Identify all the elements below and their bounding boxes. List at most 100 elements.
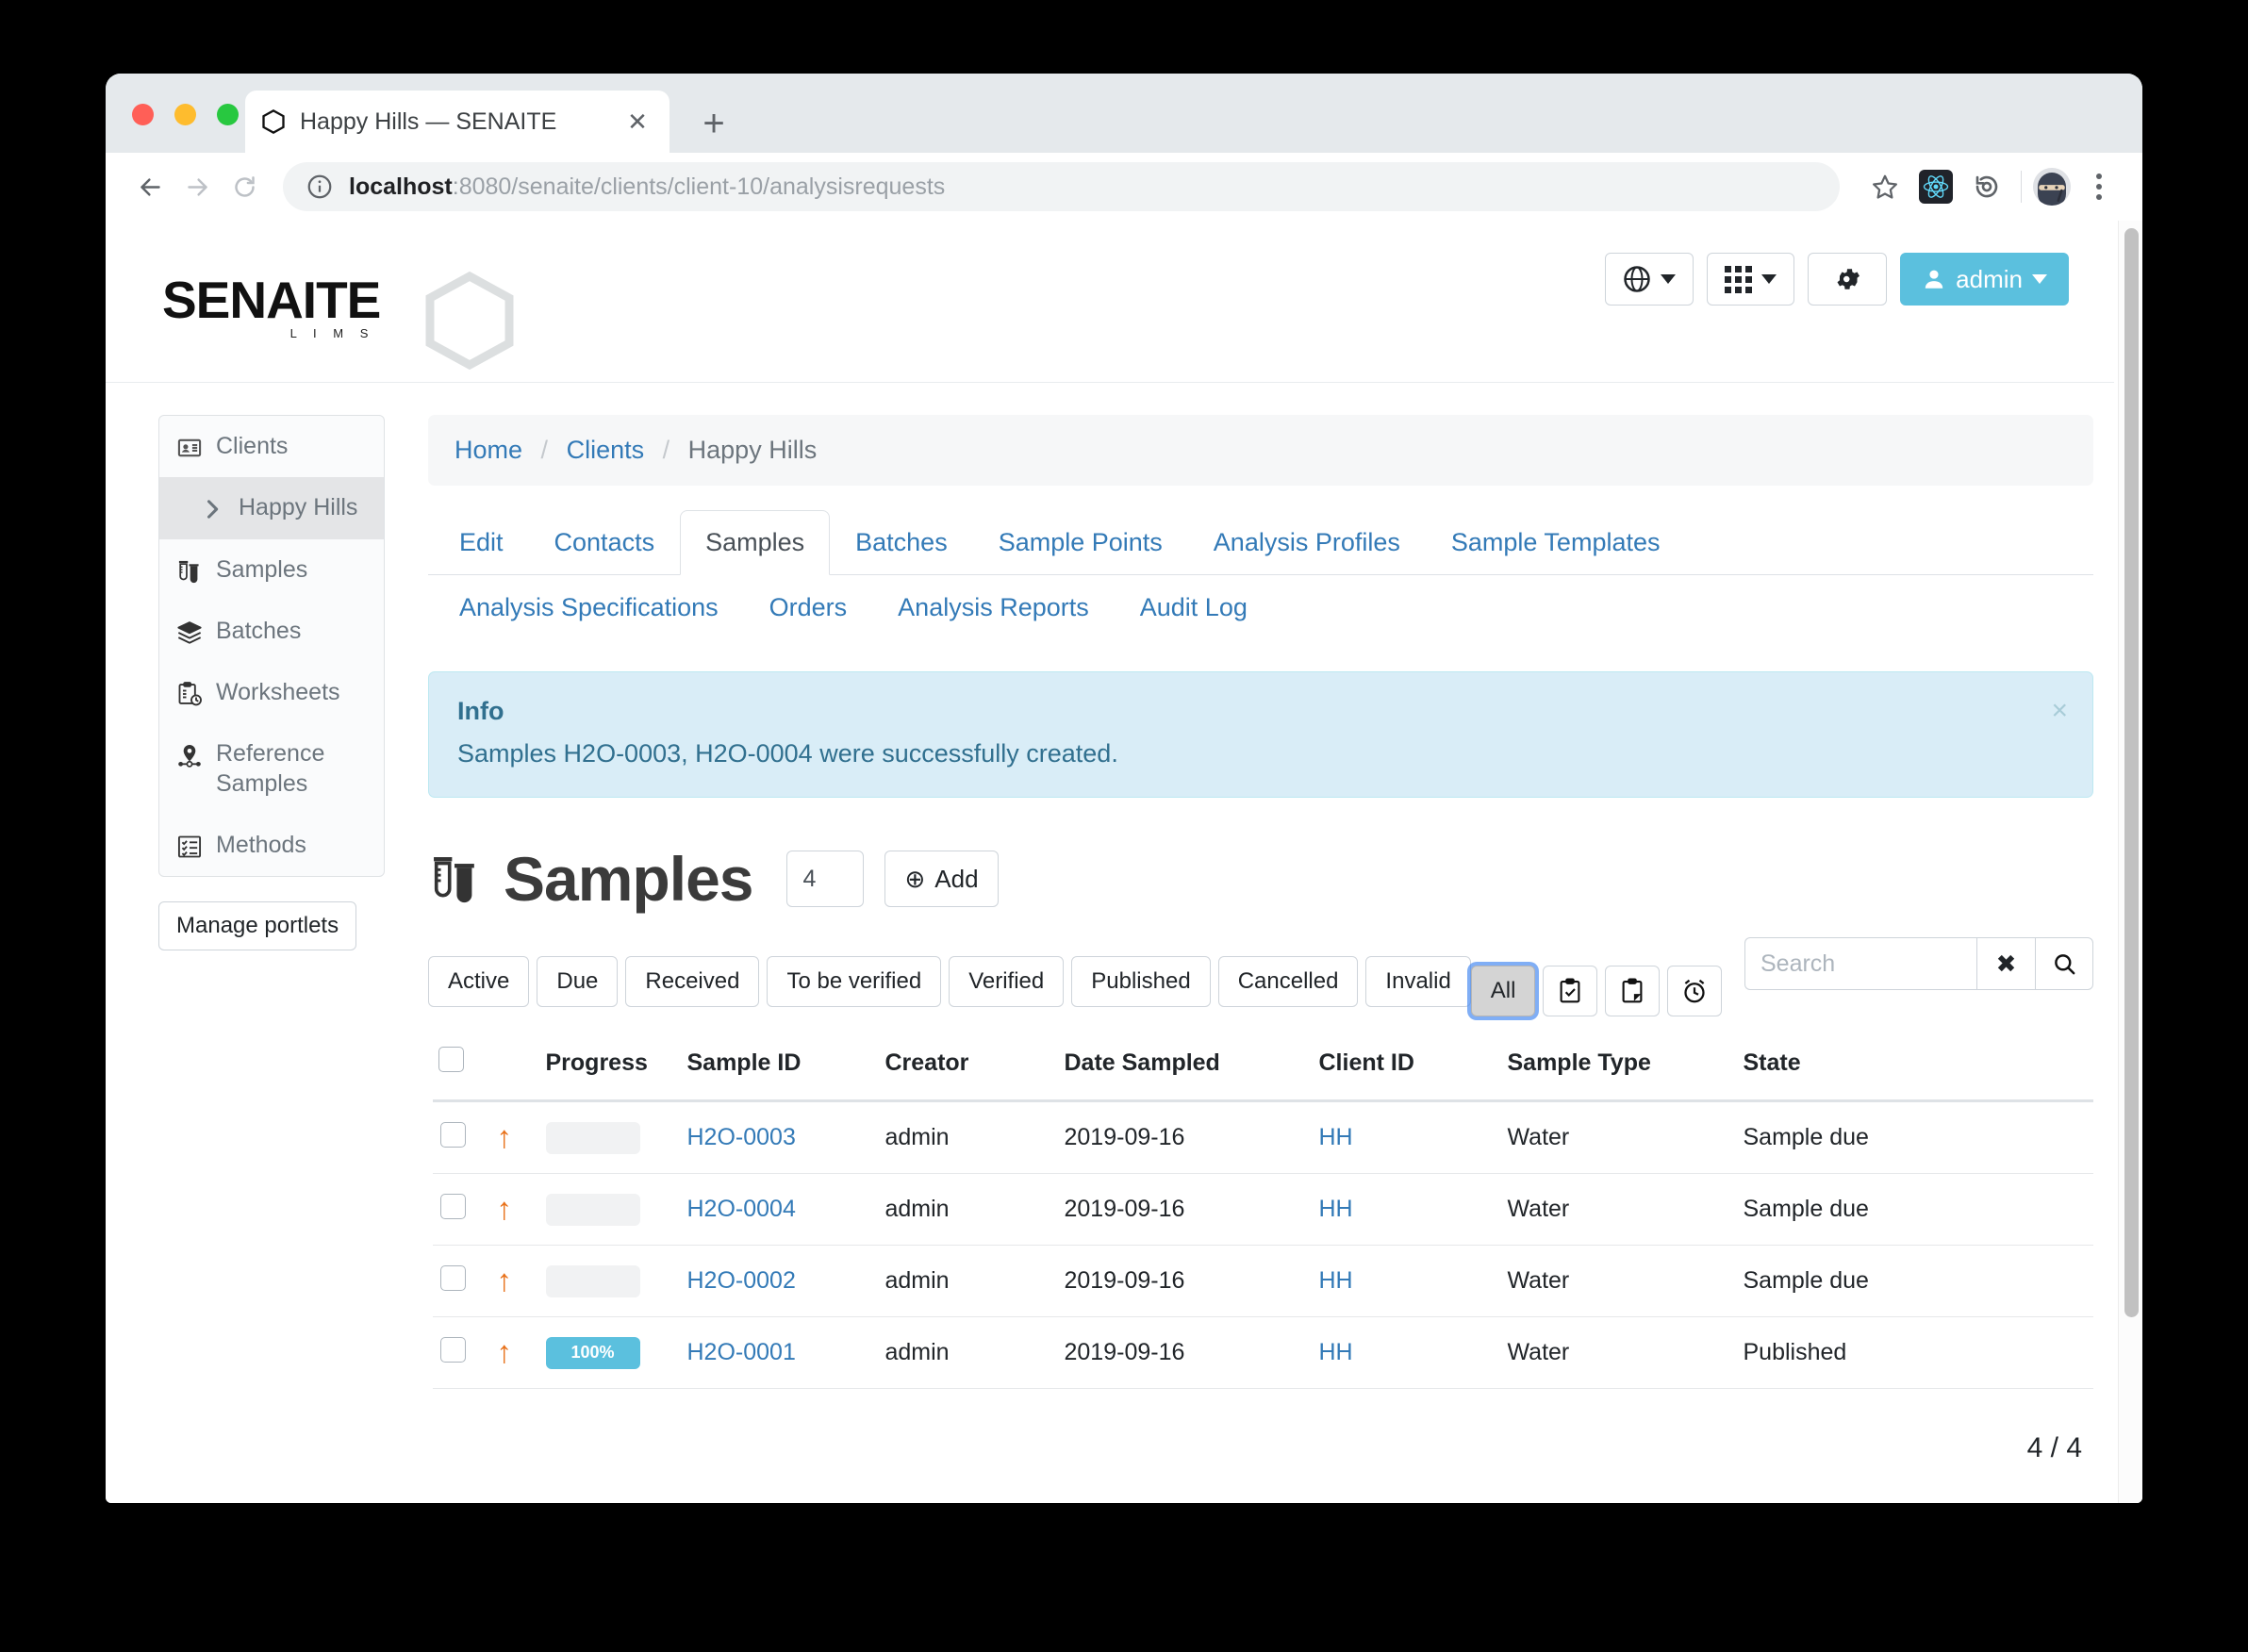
- close-tab-button[interactable]: ✕: [620, 105, 654, 139]
- browser-tab[interactable]: Happy Hills — SENAITE ✕: [245, 91, 669, 153]
- sample-id-link[interactable]: H2O-0001: [687, 1339, 796, 1365]
- star-icon[interactable]: [1862, 164, 1908, 209]
- sidebar-item-worksheets[interactable]: Worksheets: [159, 662, 384, 723]
- client-id-link[interactable]: HH: [1319, 1339, 1353, 1365]
- clear-search-button[interactable]: ✖: [1976, 937, 2035, 990]
- filter-clipboard-check-button[interactable]: [1543, 966, 1598, 1016]
- tab-edit[interactable]: Edit: [434, 510, 529, 575]
- filter-due[interactable]: Due: [537, 956, 619, 1007]
- sample-id-link[interactable]: H2O-0002: [687, 1267, 796, 1294]
- settings-button[interactable]: [1808, 253, 1888, 306]
- filter-alarm-clock-button[interactable]: [1667, 966, 1723, 1016]
- new-tab-button[interactable]: +: [692, 102, 736, 145]
- maximize-window-button[interactable]: [217, 104, 239, 125]
- minimize-window-button[interactable]: [174, 104, 196, 125]
- progress-header[interactable]: Progress: [537, 1041, 680, 1102]
- kebab-menu-icon[interactable]: [2076, 164, 2122, 209]
- site-info-icon[interactable]: [306, 173, 334, 201]
- sidebar-item-batches[interactable]: Batches: [159, 601, 384, 662]
- filter-published[interactable]: Published: [1071, 956, 1211, 1007]
- tab-sample-points[interactable]: Sample Points: [973, 510, 1188, 575]
- sample-id-header[interactable]: Sample ID: [679, 1041, 878, 1102]
- row-checkbox[interactable]: [440, 1121, 466, 1148]
- filter-received[interactable]: Received: [625, 956, 760, 1007]
- browser-window: Happy Hills — SENAITE ✕ + localhost:8080…: [106, 74, 2142, 1503]
- tab-sample-templates[interactable]: Sample Templates: [1426, 510, 1686, 575]
- sample-id-link[interactable]: H2O-0003: [687, 1124, 796, 1150]
- filter-to-be-verified[interactable]: To be verified: [767, 956, 942, 1007]
- sample-id-link[interactable]: H2O-0004: [687, 1196, 796, 1222]
- breadcrumb-home[interactable]: Home: [455, 436, 522, 464]
- apps-menu-button[interactable]: [1707, 253, 1795, 306]
- react-devtools-icon[interactable]: [1913, 164, 1959, 209]
- app-header: SENAITE L I M S admin: [106, 221, 2114, 383]
- row-state-cell: Published: [1735, 1316, 2093, 1389]
- filter-invalid[interactable]: Invalid: [1365, 956, 1471, 1007]
- client-id-link[interactable]: HH: [1319, 1196, 1353, 1222]
- client-id-link[interactable]: HH: [1319, 1124, 1353, 1150]
- tab-analysis-specifications[interactable]: Analysis Specifications: [434, 575, 744, 640]
- tab-orders[interactable]: Orders: [744, 575, 873, 640]
- client-id-link[interactable]: HH: [1319, 1267, 1353, 1294]
- sample-type-header[interactable]: Sample Type: [1499, 1041, 1736, 1102]
- scrollbar-thumb[interactable]: [2124, 228, 2139, 1317]
- client-id-header[interactable]: Client ID: [1311, 1041, 1500, 1102]
- test-tube-icon: [178, 560, 199, 583]
- row-checkbox[interactable]: [440, 1336, 466, 1363]
- breadcrumb-clients[interactable]: Clients: [567, 436, 645, 464]
- row-checkbox[interactable]: [440, 1264, 466, 1291]
- back-arrow-icon[interactable]: [126, 163, 174, 210]
- reload-icon[interactable]: [221, 163, 268, 210]
- table-row[interactable]: ↑ 100% H2O-0001 admin 2019-09-16 HH Wate…: [430, 1316, 2093, 1389]
- creator-header[interactable]: Creator: [877, 1041, 1057, 1102]
- sidebar-item-label: Batches: [216, 617, 302, 644]
- row-checkbox[interactable]: [440, 1193, 466, 1219]
- sidebar-item-label: Worksheets: [216, 679, 340, 705]
- address-bar[interactable]: localhost:8080/senaite/clients/client-10…: [283, 162, 1840, 211]
- tab-contacts[interactable]: Contacts: [529, 510, 681, 575]
- date-sampled-header[interactable]: Date Sampled: [1056, 1041, 1312, 1102]
- table-row[interactable]: ↑ H2O-0003 admin 2019-09-16 HH Water Sam…: [430, 1100, 2093, 1174]
- tab-audit-log[interactable]: Audit Log: [1115, 575, 1273, 640]
- browser-toolbar: localhost:8080/senaite/clients/client-10…: [106, 153, 2142, 221]
- filter-active[interactable]: Active: [428, 956, 530, 1007]
- plus-circle-icon: ⊕: [904, 864, 926, 893]
- filter-all[interactable]: All: [1470, 966, 1536, 1016]
- sidebar-item-reference-samples[interactable]: Reference Samples: [159, 723, 384, 815]
- sidebar-item-clients[interactable]: Clients: [159, 416, 384, 477]
- manage-portlets-button[interactable]: Manage portlets: [158, 901, 357, 950]
- filter-clipboard-pencil-button[interactable]: [1605, 966, 1661, 1016]
- ninja-avatar-icon[interactable]: [2033, 168, 2071, 206]
- table-row[interactable]: ↑ H2O-0002 admin 2019-09-16 HH Water Sam…: [430, 1245, 2093, 1317]
- tab-analysis-profiles[interactable]: Analysis Profiles: [1188, 510, 1426, 575]
- sidebar-item-happy-hills[interactable]: Happy Hills: [159, 477, 384, 539]
- filter-cancelled[interactable]: Cancelled: [1217, 956, 1359, 1007]
- search-button[interactable]: [2035, 937, 2093, 990]
- browser-tab-strip: Happy Hills — SENAITE ✕ +: [106, 74, 2142, 153]
- id-card-icon: [177, 438, 202, 457]
- forward-arrow-icon[interactable]: [174, 163, 221, 210]
- select-all-checkbox[interactable]: [438, 1047, 464, 1072]
- history-icon[interactable]: [1964, 164, 2009, 209]
- chevron-down-icon: [1661, 274, 1677, 284]
- table-row[interactable]: ↑ H2O-0004 admin 2019-09-16 HH Water Sam…: [430, 1173, 2093, 1246]
- sample-count-input[interactable]: 4: [786, 851, 865, 907]
- filter-verified[interactable]: Verified: [949, 956, 1065, 1007]
- sidebar-item-methods[interactable]: Methods: [159, 815, 384, 876]
- search-input[interactable]: Search: [1744, 937, 1976, 990]
- row-priority-cell: ↑: [488, 1173, 538, 1246]
- user-menu-button[interactable]: admin: [1900, 253, 2069, 306]
- address-bar-url: localhost:8080/senaite/clients/client-10…: [349, 173, 945, 201]
- tab-batches[interactable]: Batches: [830, 510, 973, 575]
- close-icon[interactable]: ×: [2051, 697, 2068, 725]
- tab-samples[interactable]: Samples: [680, 510, 831, 575]
- arrow-up-icon: ↑: [496, 1119, 513, 1154]
- progress-label: 100%: [570, 1343, 615, 1362]
- close-window-button[interactable]: [132, 104, 154, 125]
- add-button[interactable]: ⊕ Add: [884, 851, 999, 907]
- language-selector-button[interactable]: [1605, 253, 1694, 306]
- tab-analysis-reports[interactable]: Analysis Reports: [872, 575, 1115, 640]
- sidebar-item-samples[interactable]: Samples: [159, 539, 384, 601]
- state-header[interactable]: State: [1735, 1041, 2093, 1102]
- page-scrollbar[interactable]: [2118, 221, 2142, 1503]
